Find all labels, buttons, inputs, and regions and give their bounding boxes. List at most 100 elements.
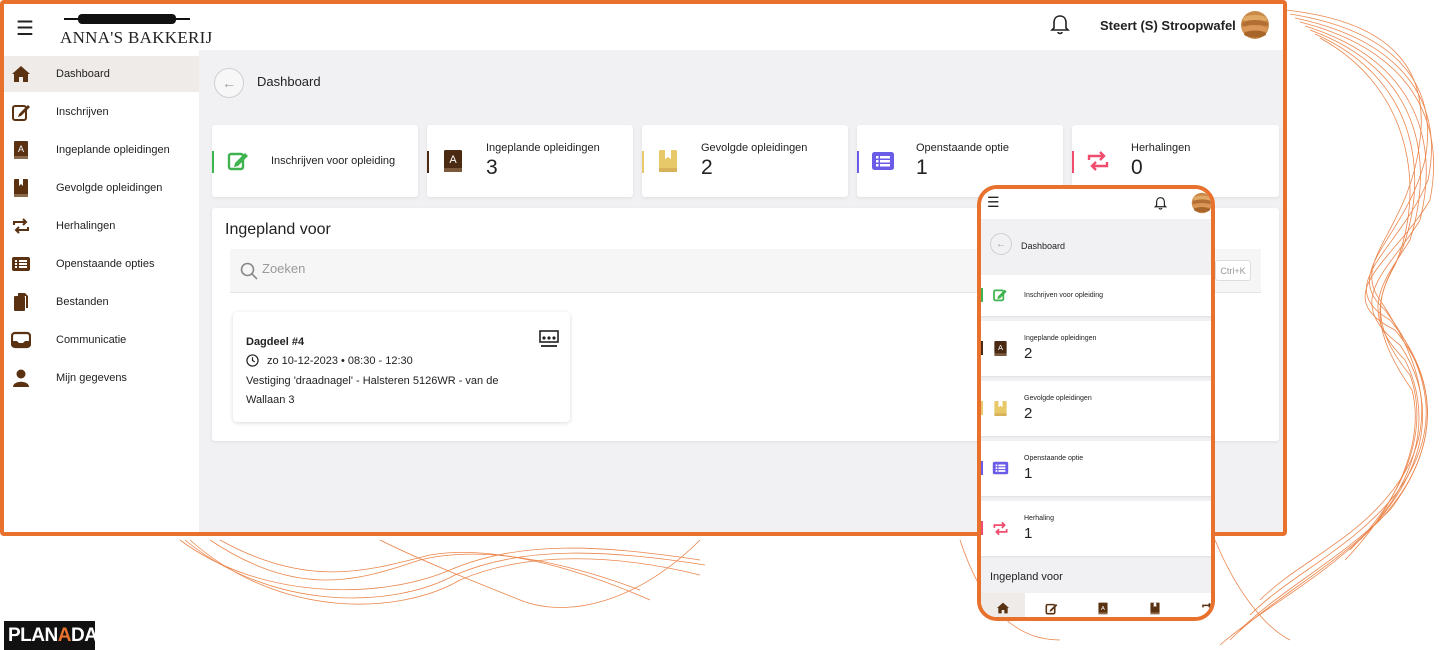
planaday-logo-text: PLANADAY — [8, 625, 108, 647]
list-icon — [871, 149, 895, 173]
sidebar-item-label: Communicatie — [56, 334, 127, 346]
mobile-card-herhaling[interactable]: Herhaling 1 — [981, 501, 1211, 556]
bottom-tab-ingeplande[interactable]: A — [1081, 593, 1125, 617]
sidebar-item-gevolgde-opleidingen[interactable]: Gevolgde opleidingen — [4, 170, 199, 206]
clock-icon — [246, 354, 259, 367]
svg-text:A: A — [18, 144, 24, 154]
sidebar-item-label: Gevolgde opleidingen — [56, 182, 163, 194]
arrow-left-icon: ← — [996, 238, 1006, 250]
sidebar: Dashboard Inschrijven A Ingeplande oplei… — [4, 50, 199, 532]
mobile-bottom-nav: A — [981, 593, 1211, 617]
book-a-icon: A — [991, 339, 1009, 357]
bottom-tab-more[interactable] — [1185, 593, 1211, 617]
stat-label: Openstaande optie — [916, 142, 1009, 154]
notification-bell-icon[interactable] — [1050, 14, 1070, 36]
back-button[interactable]: ← — [214, 68, 244, 98]
stat-card-inschrijven[interactable]: Inschrijven voor opleiding — [212, 125, 418, 197]
session-location: Vestiging 'draadnagel' - Halsteren 5126W… — [246, 375, 499, 406]
stat-value: 2 — [701, 156, 713, 179]
stat-value: 1 — [916, 156, 928, 179]
sidebar-item-label: Ingeplande opleidingen — [56, 144, 170, 156]
logo-part-day: DAY — [70, 625, 108, 646]
notification-bell-icon[interactable] — [1154, 196, 1167, 211]
sidebar-item-bestanden[interactable]: Bestanden — [4, 284, 199, 320]
sidebar-item-communicatie[interactable]: Communicatie — [4, 322, 199, 358]
bottom-tab-inschrijven[interactable] — [1029, 593, 1073, 617]
sidebar-item-dashboard[interactable]: Dashboard — [4, 56, 199, 92]
accent-bar — [981, 288, 983, 302]
svg-text:A: A — [1101, 605, 1105, 611]
breadcrumb: Dashboard — [257, 74, 321, 89]
sidebar-item-label: Dashboard — [56, 68, 110, 80]
bottom-tab-gevolgde[interactable] — [1133, 593, 1177, 617]
card-label: Gevolgde opleidingen — [1024, 395, 1092, 402]
user-avatar[interactable] — [1191, 192, 1213, 214]
session-title: Dagdeel #4 — [246, 336, 305, 348]
edit-icon — [10, 101, 32, 123]
accent-bar — [857, 151, 859, 173]
bakery-logo[interactable]: ANNA'S BAKKERIJ — [60, 8, 212, 48]
sidebar-item-label: Mijn gegevens — [56, 372, 127, 384]
sidebar-item-mijn-gegevens[interactable]: Mijn gegevens — [4, 360, 199, 396]
mobile-card-ingeplande[interactable]: A Ingeplande opleidingen 2 — [981, 321, 1211, 376]
panel-title: Ingepland voor — [225, 221, 331, 238]
accent-bar — [212, 151, 214, 173]
accent-bar — [981, 521, 983, 535]
book-a-icon: A — [441, 149, 465, 173]
bookmark-book-icon — [656, 149, 680, 173]
mobile-app-window: ☰ ← Dashboard Inschrijven voor opleiding — [977, 185, 1215, 621]
card-label: Inschrijven voor opleiding — [1024, 292, 1103, 299]
session-card[interactable]: Dagdeel #4 zo 10-12-2023 • 08:30 - 12:30… — [233, 312, 570, 422]
accent-bar — [981, 401, 983, 415]
stat-label: Inschrijven voor opleiding — [271, 155, 396, 167]
mobile-card-openstaande[interactable]: Openstaande optie 1 — [981, 441, 1211, 496]
edit-icon — [991, 286, 1009, 304]
mobile-card-inschrijven[interactable]: Inschrijven voor opleiding — [981, 275, 1211, 316]
logo-part-plan: PLAN — [8, 625, 58, 646]
mobile-section-title: Ingepland voor — [990, 571, 1063, 583]
stat-card-ingeplande[interactable]: A Ingeplande opleidingen 3 — [427, 125, 633, 197]
home-icon — [10, 63, 32, 85]
stat-label: Ingeplande opleidingen — [486, 142, 600, 154]
sidebar-item-label: Bestanden — [56, 296, 109, 308]
rolling-pin-logo-mark — [64, 14, 190, 24]
sidebar-item-openstaande-opties[interactable]: Openstaande opties — [4, 246, 199, 282]
search-input[interactable] — [262, 261, 862, 276]
sidebar-item-herhalingen[interactable]: Herhalingen — [4, 208, 199, 244]
card-value: 2 — [1024, 345, 1033, 362]
menu-icon[interactable]: ☰ — [987, 194, 1000, 211]
sidebar-item-ingeplande-opleidingen[interactable]: A Ingeplande opleidingen — [4, 132, 199, 168]
home-icon — [997, 602, 1009, 614]
sidebar-item-label: Herhalingen — [56, 220, 116, 232]
bookmark-book-icon — [991, 399, 1009, 417]
edit-icon — [1045, 603, 1057, 614]
bottom-tab-dashboard[interactable] — [981, 593, 1025, 617]
repeat-icon — [991, 519, 1009, 537]
user-icon — [10, 367, 32, 389]
stat-value: 3 — [486, 156, 498, 179]
mobile-card-gevolgde[interactable]: Gevolgde opleidingen 2 — [981, 381, 1211, 436]
card-value: 1 — [1024, 465, 1033, 482]
session-datetime: zo 10-12-2023 • 08:30 - 12:30 — [246, 354, 413, 367]
accent-bar — [981, 461, 983, 475]
menu-icon[interactable]: ☰ — [16, 16, 34, 41]
stat-card-gevolgde[interactable]: Gevolgde opleidingen 2 — [642, 125, 848, 197]
accent-bar — [1072, 151, 1074, 173]
inbox-icon — [10, 329, 32, 351]
logo-part-a: A — [57, 625, 72, 646]
back-button[interactable]: ← — [990, 233, 1012, 255]
card-label: Ingeplande opleidingen — [1024, 335, 1097, 342]
stat-value: 0 — [1131, 156, 1143, 179]
accent-bar — [427, 151, 429, 173]
stat-label: Gevolgde opleidingen — [701, 142, 808, 154]
user-avatar[interactable] — [1240, 10, 1270, 40]
accent-bar — [981, 341, 983, 355]
sidebar-item-inschrijven[interactable]: Inschrijven — [4, 94, 199, 130]
classroom-icon — [539, 330, 559, 347]
bookmark-book-icon — [10, 177, 32, 199]
accent-bar — [642, 151, 644, 173]
repeat-icon — [1201, 602, 1211, 608]
svg-text:A: A — [997, 342, 1002, 351]
session-datetime-text: zo 10-12-2023 • 08:30 - 12:30 — [267, 354, 413, 367]
user-name[interactable]: Steert (S) Stroopwafel — [1100, 18, 1236, 33]
